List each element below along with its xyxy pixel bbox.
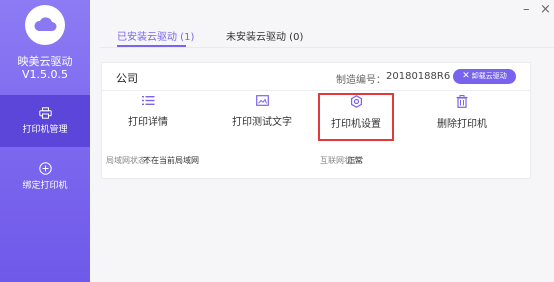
- image-icon: [255, 95, 269, 106]
- tab-divider: [100, 47, 554, 48]
- printer-card-header: 公司 制造编号： 20180188R6 ✕ 卸载云驱动: [102, 63, 530, 91]
- print-test-text-label: 打印测试文字: [232, 117, 292, 128]
- app-version: V1.5.0.5: [21, 68, 68, 81]
- sidebar-item-bind-printer[interactable]: 绑定打印机: [0, 150, 90, 200]
- active-tab-indicator: [117, 45, 186, 47]
- lan-status-value: 不在当前局域网: [143, 156, 199, 165]
- sidebar-item-printer-management[interactable]: 打印机管理: [0, 95, 90, 147]
- printer-card: 公司 制造编号： 20180188R6 ✕ 卸载云驱动 打印详情 打印测试文字 打…: [101, 62, 531, 179]
- printer-icon: [38, 107, 52, 119]
- plus-circle-icon: [38, 162, 52, 175]
- sidebar-item-label: 绑定打印机: [22, 181, 68, 191]
- delete-printer-button[interactable]: 删除打印机: [422, 95, 502, 141]
- print-test-text-button[interactable]: 打印测试文字: [212, 95, 312, 141]
- close-button[interactable]: ×: [540, 3, 551, 17]
- print-details-button[interactable]: 打印详情: [108, 95, 188, 141]
- list-icon: [141, 96, 154, 105]
- cloud-logo-icon: [25, 5, 65, 45]
- tab-uninstalled-drivers[interactable]: 未安装云驱动 (0): [226, 28, 303, 43]
- trash-icon: [456, 95, 468, 108]
- highlight-box: [318, 93, 394, 141]
- print-details-label: 打印详情: [128, 117, 168, 128]
- status-row: 局域网状态： 不在当前局域网 互联网状态： 正常: [102, 155, 530, 167]
- uninstall-driver-button[interactable]: ✕ 卸载云驱动: [453, 69, 516, 84]
- tab-installed-drivers[interactable]: 已安装云驱动 (1): [117, 28, 194, 43]
- app-name: 映美云驱动: [17, 55, 73, 68]
- close-icon: ✕: [462, 71, 470, 81]
- sidebar-item-label: 打印机管理: [22, 125, 68, 135]
- device-id: 20180188R6: [386, 71, 451, 82]
- printer-name: 公司: [116, 72, 138, 85]
- delete-printer-label: 删除打印机: [437, 119, 487, 130]
- sidebar: 映美云驱动 V1.5.0.5 打印机管理 绑定打印机: [0, 0, 90, 282]
- device-id-label: 制造编号：: [336, 75, 386, 86]
- minimize-button[interactable]: –: [523, 3, 530, 17]
- internet-status-value: 正常: [347, 156, 363, 165]
- uninstall-driver-label: 卸载云驱动: [471, 72, 507, 80]
